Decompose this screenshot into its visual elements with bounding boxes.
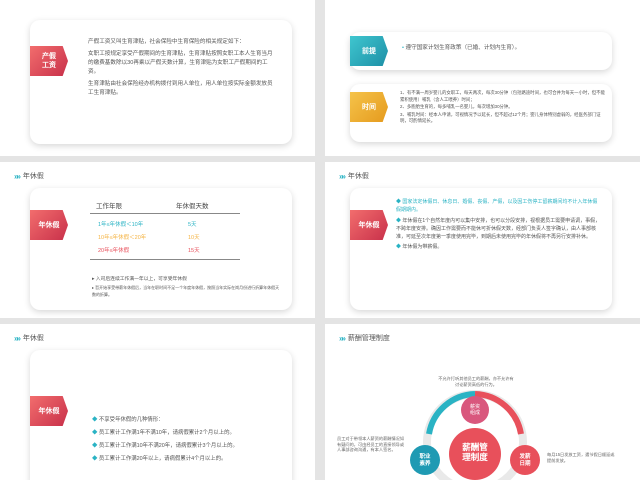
content-card: 年休假 ◆ 不享受年休假的几种情形： ◆ 员工累计工作满1年不满10年，请病假累… xyxy=(30,350,292,480)
list-item: 2、多胞胎生育的，每多哺乳一名婴儿，每次增加30分钟。 xyxy=(400,104,513,109)
chevron-right-icon: »» xyxy=(14,171,21,181)
node-label-left: 职业 素养 xyxy=(419,454,431,467)
leave-table: 工作年限 年休假天数 1年≤年休假＜10年 5天 10年≤年休假＜20年 10天 20… xyxy=(90,200,270,263)
table-row: 1年≤年休假＜10年 5天 xyxy=(90,217,270,230)
slide-annual-leave-exclusions: »» 年休假 年休假 ◆ 不享受年休假的几种情形： ◆ 员工累计工作满1年不满10… xyxy=(0,324,315,480)
days-cell: 5天 xyxy=(188,221,197,228)
days-cell: 10天 xyxy=(188,234,200,241)
bullet-icon: ◆ xyxy=(92,456,99,462)
notes: ▸ 入司后连续工作满一年以上，可享受年休假 ▸ 哲开始享受带薪年休假后，当年在职… xyxy=(92,276,282,299)
content-card-premise: 前提 • 遵守国家计划生育政策（已婚、计划内生育）。 xyxy=(350,32,612,70)
content-card: 年休假 工作年限 年休假天数 1年≤年休假＜10年 5天 10年≤年休假＜20年 10… xyxy=(30,188,292,310)
content-card: 年休假 ◆ 国家法定休假日、休息日、婚假、丧假、产假，以及因工伤停工留薪期间均不… xyxy=(350,188,612,310)
column-header: 工作年限 xyxy=(96,203,122,210)
list-item: ◆ 员工累计工作满20年以上，请病假累计4个月以上的。 xyxy=(92,456,227,462)
chevron-right-icon: »» xyxy=(339,171,346,181)
bullet-icon: ◆ xyxy=(92,443,99,449)
premise-tag: 前提 xyxy=(350,36,388,66)
center-label: 薪酬管 理制度 xyxy=(462,442,488,462)
slide-nursing-leave: 前提 • 遵守国家计划生育政策（已婚、计划内生育）。 时间 1、有不满一周岁婴儿… xyxy=(325,0,640,156)
section-tag: 年休假 xyxy=(30,396,68,426)
paragraph: 女职工按规定享受产假期间的生育津贴，生育津贴按照女职工本人生育当月的缴费基数除以… xyxy=(88,51,273,75)
content-card-time: 时间 1、有不满一周岁婴儿的女职工，每天两次，每次30分钟（包括路途时间，也可合… xyxy=(350,84,612,142)
section-tag: 年休假 xyxy=(30,210,68,240)
list-item: ◆ 年休假在1个自然年度内可以集中安排，也可以分段安排，视根据员工需要申请调，事… xyxy=(396,217,601,241)
slide-annual-leave-table: »» 年休假 年休假 工作年限 年休假天数 1年≤年休假＜10年 5天 10年≤年休假… xyxy=(0,162,315,318)
table-row: 10年≤年休假＜20年 10天 xyxy=(90,230,270,243)
slide-salary-policy: »» 薪酬管理制度 薪酬管 理制度 薪资 组成 职业 素养 发薪 日期 不允许打听… xyxy=(325,324,640,480)
years-cell: 20年≤年休假 xyxy=(98,247,130,254)
content-card: 产假 工资 产假工资又叫生育津贴，社会保险中生育保险的相关规定如下： 女职工按规… xyxy=(30,20,292,144)
years-cell: 10年≤年休假＜20年 xyxy=(98,234,147,241)
note-item: ▸ 哲开始享受带薪年休假后，当年在职时间不足一个年度年休假，按照当年实际在岗月份… xyxy=(92,285,280,297)
years-cell: 1年≤年休假＜10年 xyxy=(98,221,144,228)
list-item: 3、哺乳时间：经本人申请，可视情况予以延长，但不超过12个月；婴儿身体特别虚弱的… xyxy=(400,111,601,124)
slide-header: »» 年休假 xyxy=(339,171,369,181)
list-item: ◆ 员工累计工作满10年不满20年，请病假累计3个月以上的。 xyxy=(92,443,238,449)
list-item: ◆ 不享受年休假的几种情形： xyxy=(92,417,164,423)
text-left: 员工对于带领本人薪资的薪酬情况如有疑问的，可由经员工的直接领导或人事部咨询沟通，… xyxy=(337,436,405,452)
note-item: ▸ 入司后连续工作满一年以上，可享受年休假 xyxy=(92,277,187,282)
exclusion-list: ◆ 不享受年休假的几种情形： ◆ 员工累计工作满1年不满10年，请病假累计2个月… xyxy=(92,416,282,464)
divider xyxy=(90,213,240,214)
table-row: 20年≤年休假 15天 xyxy=(90,243,270,256)
section-tag: 产假 工资 xyxy=(30,46,68,76)
time-list: 1、有不满一周岁婴儿的女职工，每天两次，每次30分钟（包括路途时间，也可合并为每… xyxy=(400,90,605,126)
bullet-icon: ◆ xyxy=(92,430,99,436)
column-header: 年休假天数 xyxy=(176,203,209,210)
list-item: 1、有不满一周岁婴儿的女职工，每天两次，每次30分钟（包括路途时间，也可合并为每… xyxy=(400,90,605,102)
list-item: ◆ 国家法定休假日、休息日、婚假、丧假、产假，以及因工伤停工留薪期间均不计入年休… xyxy=(396,199,598,214)
list-item: ◆ 年休假为带薪假。 xyxy=(396,244,443,251)
slide-annual-leave-rules: »» 年休假 年休假 ◆ 国家法定休假日、休息日、婚假、丧假、产假，以及因工伤停工… xyxy=(325,162,640,318)
node-label-top: 薪资 组成 xyxy=(469,404,480,416)
text-top: 不允许打听其他员工的薪酬，亦不允许有讨论薪资高低的行为。 xyxy=(438,376,514,387)
paragraph: 产假工资又叫生育津贴，社会保险中生育保险的相关规定如下： xyxy=(88,39,245,45)
section-tag: 年休假 xyxy=(350,210,388,240)
text-right: 每月15日发放工资，遇节假日顺延或提前发放。 xyxy=(547,452,615,463)
bullet-icon: ◆ xyxy=(92,417,99,423)
slide-header: »» 年休假 xyxy=(14,171,44,181)
table-header: 工作年限 年休假天数 xyxy=(90,200,270,210)
days-cell: 15天 xyxy=(188,247,200,254)
list-item: ◆ 员工累计工作满1年不满10年，请病假累计2个月以上的。 xyxy=(92,430,235,436)
rules-list: ◆ 国家法定休假日、休息日、婚假、丧假、产假，以及因工伤停工留薪期间均不计入年休… xyxy=(396,198,602,253)
slide-header: »» 年休假 xyxy=(14,333,44,343)
premise-text: • 遵守国家计划生育政策（已婚、计划内生育）。 xyxy=(402,45,521,51)
time-tag: 时间 xyxy=(350,92,388,122)
divider xyxy=(90,259,240,260)
paragraph: 生育津贴由社会保险经办机构拨付到用人单位，用人单位按实际金额发放员工生育津贴。 xyxy=(88,81,273,96)
chevron-right-icon: »» xyxy=(14,333,21,343)
body-text: 产假工资又叫生育津贴，社会保险中生育保险的相关规定如下： 女职工按规定享受产假期… xyxy=(88,38,278,98)
slide-maternity-pay: 产假 工资 产假工资又叫生育津贴，社会保险中生育保险的相关规定如下： 女职工按规… xyxy=(0,0,315,156)
node-label-right: 发薪 日期 xyxy=(519,454,531,467)
